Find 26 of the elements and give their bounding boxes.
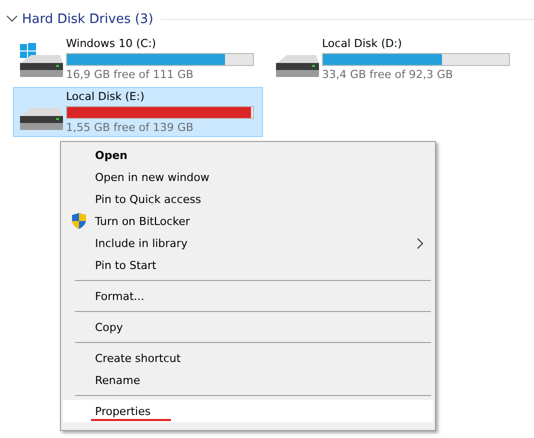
shield-icon [72, 213, 86, 229]
menu-item[interactable]: Open [63, 144, 433, 166]
menu-item[interactable]: Pin to Quick access [63, 188, 433, 210]
menu-item[interactable]: Include in library [63, 232, 433, 254]
menu-item[interactable]: Open in new window [63, 166, 433, 188]
free-space-text: 33,4 GB free of 92,3 GB [322, 68, 454, 82]
free-space-text: 1,55 GB free of 139 GB [66, 120, 194, 134]
drive-name: Local Disk (E:) [66, 90, 146, 104]
menu-item[interactable]: Copy [63, 316, 433, 338]
drive-icon [20, 108, 64, 130]
menu-item[interactable]: Pin to Start [63, 254, 433, 276]
drive-icon [276, 55, 320, 77]
drive-name: Local Disk (D:) [322, 36, 403, 50]
drive-name: Windows 10 (C:) [66, 36, 158, 50]
menu-item[interactable]: Rename [63, 369, 433, 391]
free-space-text: 16,9 GB free of 111 GB [66, 68, 194, 82]
menu-item[interactable]: Format... [63, 285, 433, 307]
drive-tile[interactable]: Local Disk (E:) 1,55 GB free of 139 GB [13, 87, 263, 137]
drive-tile[interactable]: Windows 10 (C:) 16,9 GB free of 111 GB [13, 34, 263, 84]
drive-tile[interactable]: Local Disk (D:) 33,4 GB free of 92,3 GB [269, 34, 519, 84]
group-title[interactable]: Hard Disk Drives (3) [22, 12, 154, 26]
menu-item[interactable]: Properties [63, 400, 433, 422]
chevron-icon[interactable] [6, 15, 18, 23]
drive-icon [20, 55, 64, 77]
menu-item[interactable]: Turn on BitLocker [63, 210, 433, 232]
menu-item[interactable]: Create shortcut [63, 347, 433, 369]
